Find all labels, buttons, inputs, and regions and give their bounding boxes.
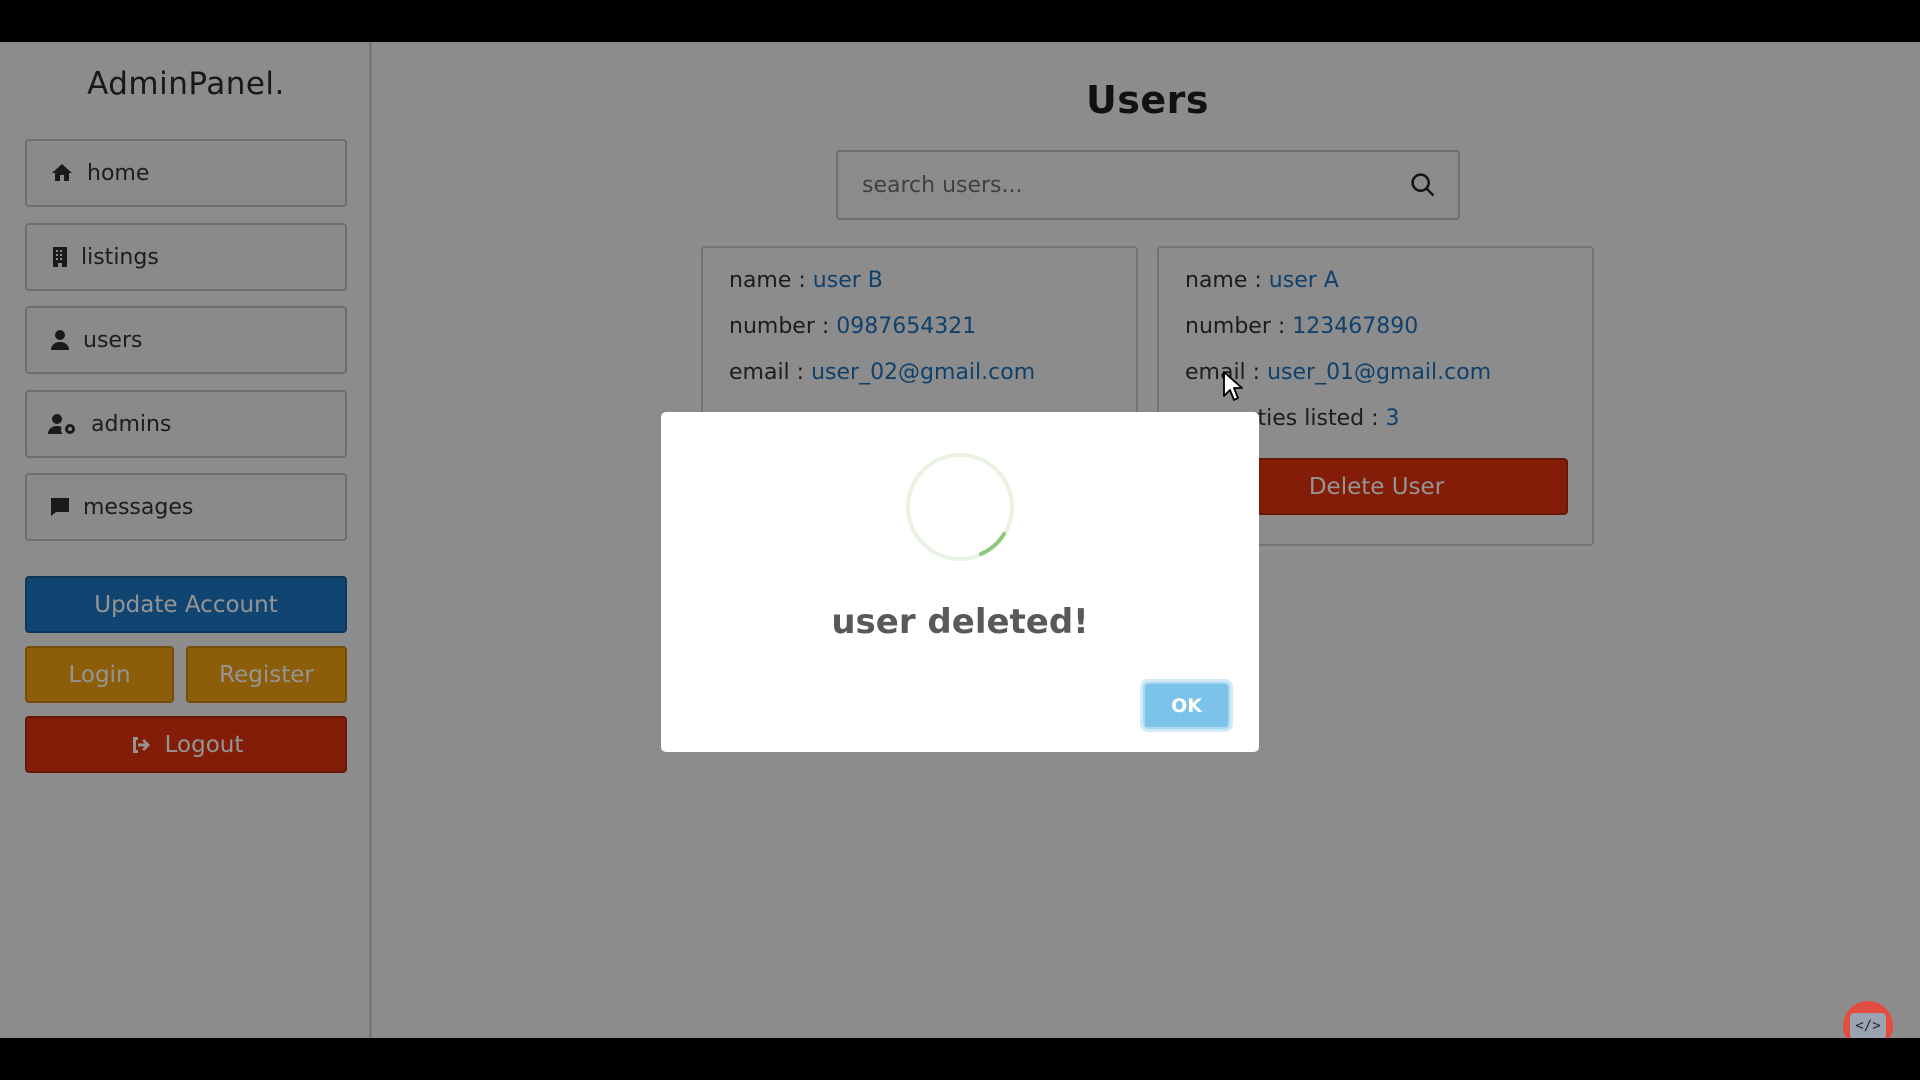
- letterbox-bottom: [0, 1038, 1920, 1080]
- alert-dialog: user deleted! OK: [661, 412, 1259, 752]
- dialog-message: user deleted!: [831, 602, 1089, 642]
- mouse-cursor-icon: [1223, 371, 1243, 401]
- success-spinner-icon: [906, 453, 1014, 561]
- ok-button[interactable]: OK: [1143, 682, 1230, 729]
- letterbox-top: [0, 0, 1920, 42]
- code-icon: </>: [1850, 1013, 1886, 1039]
